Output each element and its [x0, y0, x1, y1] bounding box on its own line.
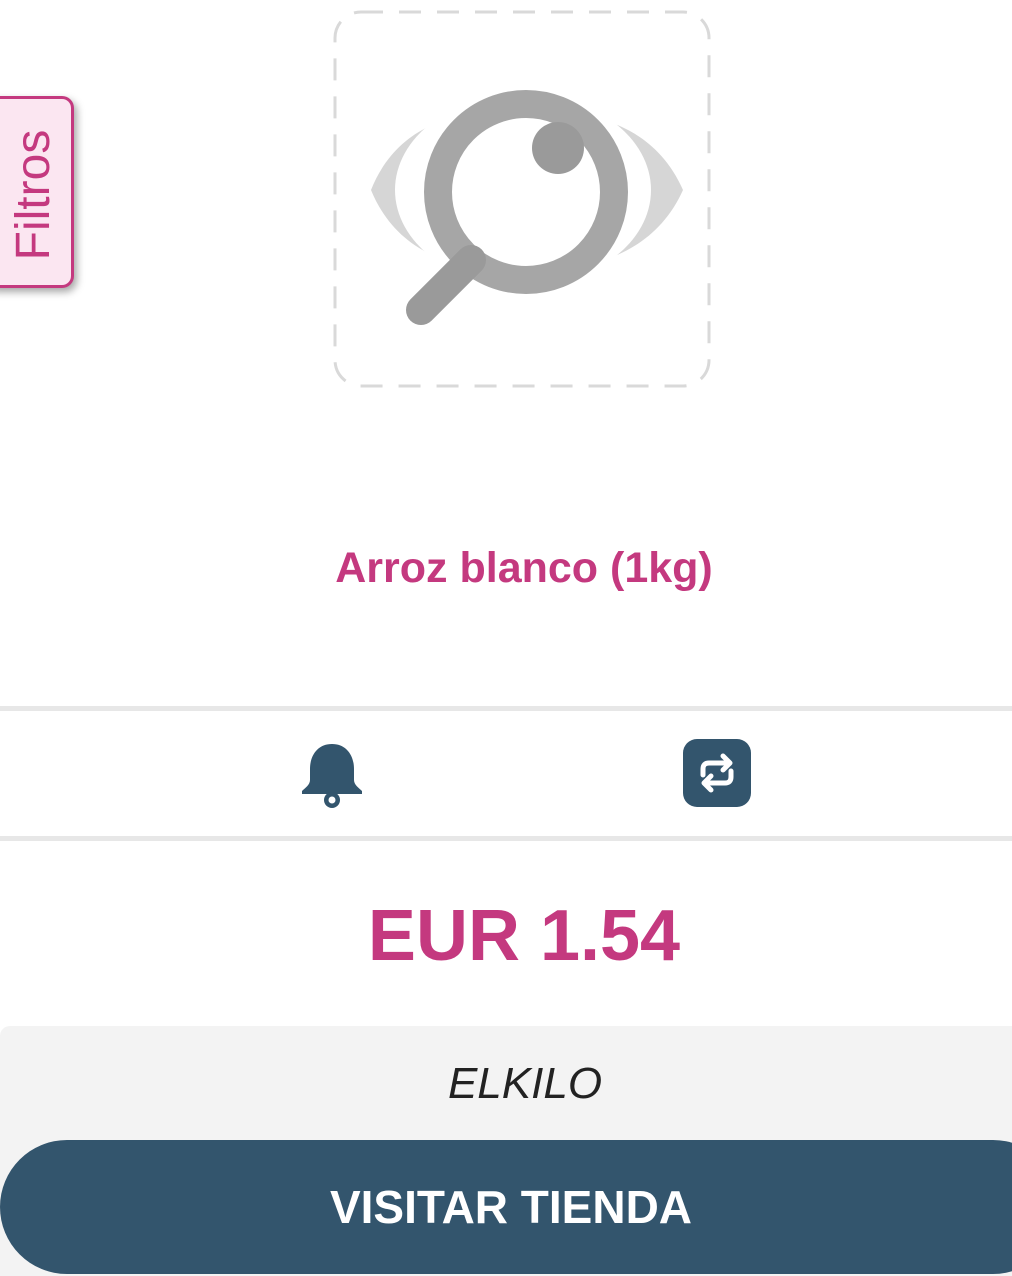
price-alert-button[interactable] — [298, 740, 366, 810]
product-title[interactable]: Arroz blanco (1kg) — [0, 542, 1012, 594]
compare-button[interactable] — [683, 739, 751, 807]
repeat-icon — [683, 739, 751, 807]
product-price: EUR 1.54 — [367, 896, 681, 976]
store-name: ELKILO — [447, 1059, 603, 1108]
product-card-page: Filtros Arroz blanco (1kg) EUR 1.54 ELKI… — [0, 0, 1012, 1276]
no-image-icon — [333, 10, 711, 388]
visit-store-button[interactable]: VISITAR TIENDA — [0, 1140, 1012, 1274]
filters-tab-label: Filtros — [7, 129, 60, 261]
product-image-placeholder — [333, 10, 711, 388]
filters-tab[interactable]: Filtros — [0, 96, 74, 288]
divider — [0, 836, 1012, 841]
divider — [0, 706, 1012, 711]
bell-icon — [302, 744, 362, 808]
